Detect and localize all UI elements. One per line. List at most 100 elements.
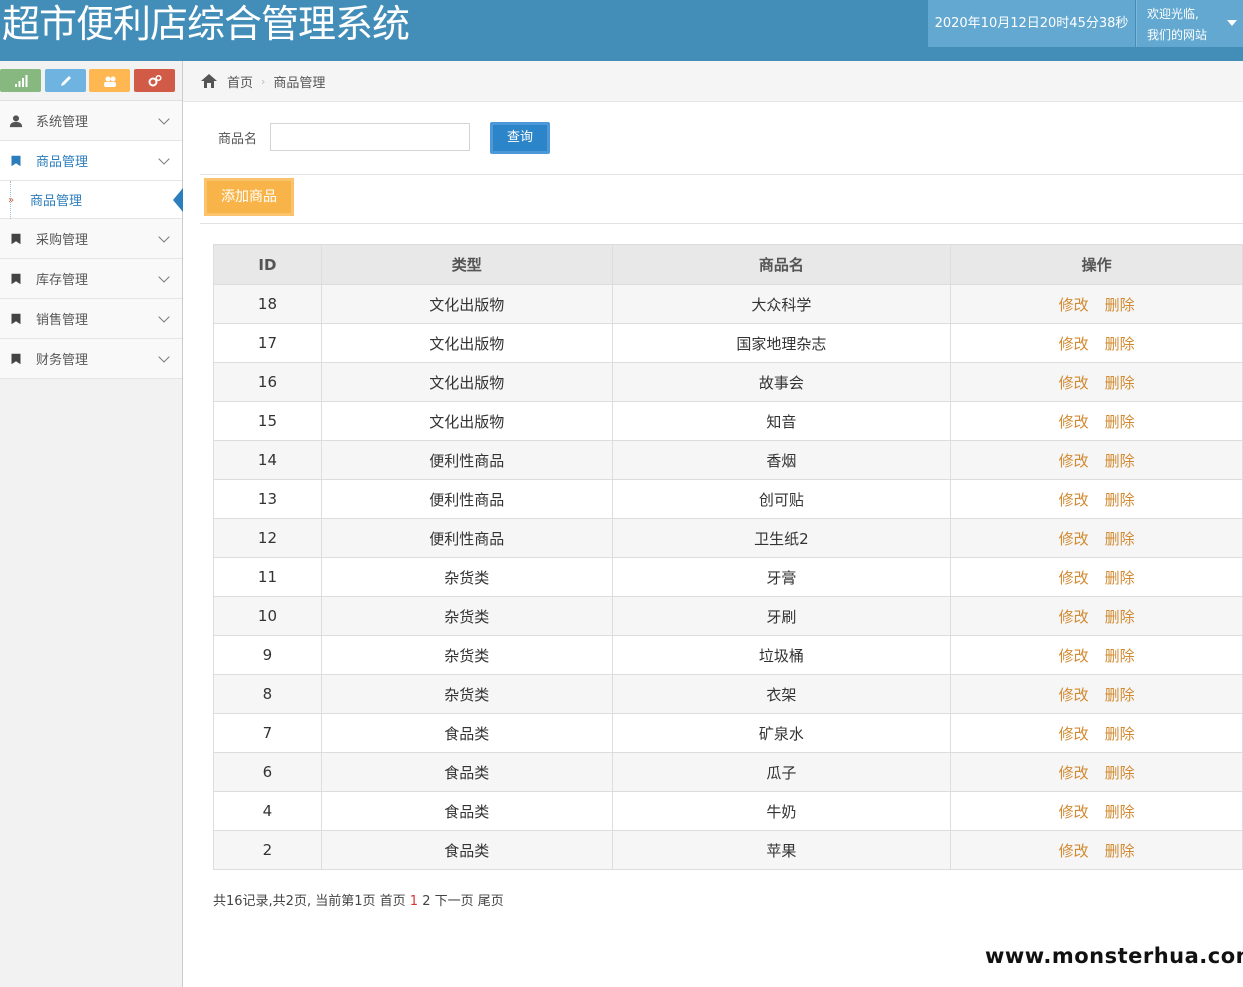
- delete-link[interactable]: 删除: [1105, 452, 1135, 470]
- pagination-page-1[interactable]: 1: [410, 894, 418, 909]
- edit-link[interactable]: 修改: [1059, 686, 1089, 704]
- pagination-last-link[interactable]: 尾页: [478, 894, 504, 909]
- home-icon[interactable]: [201, 74, 217, 88]
- user-menu[interactable]: 欢迎光临, 我们的网站: [1136, 0, 1243, 47]
- delete-link[interactable]: 删除: [1105, 842, 1135, 860]
- table-row: 14 便利性商品 香烟 修改 删除: [213, 440, 1243, 480]
- sidebar-item-inventory[interactable]: 库存管理: [0, 259, 182, 299]
- delete-link[interactable]: 删除: [1105, 569, 1135, 587]
- delete-link[interactable]: 删除: [1105, 647, 1135, 665]
- pagination-next-link[interactable]: 下一页: [435, 894, 474, 909]
- edit-link[interactable]: 修改: [1059, 374, 1089, 392]
- sidebar-item-sales[interactable]: 销售管理: [0, 299, 182, 339]
- sidebar-item-finance[interactable]: 财务管理: [0, 339, 182, 379]
- cell-name: 香烟: [611, 440, 952, 480]
- cell-name: 牙膏: [611, 557, 952, 597]
- users-shortcut-button[interactable]: [89, 69, 130, 92]
- delete-link[interactable]: 删除: [1105, 725, 1135, 743]
- sidebar-subitem-label: 商品管理: [30, 194, 83, 209]
- cell-type: 便利性商品: [320, 440, 613, 480]
- bookmark-icon: [8, 271, 24, 287]
- cell-actions: 修改 删除: [950, 674, 1243, 714]
- pagination-page-2[interactable]: 2: [422, 894, 430, 909]
- search-label: 商品名: [218, 132, 258, 147]
- cell-name: 大众科学: [611, 284, 952, 324]
- cell-name: 衣架: [611, 674, 952, 714]
- cell-type: 杂货类: [320, 674, 613, 714]
- delete-link[interactable]: 删除: [1105, 374, 1135, 392]
- cell-actions: 修改 删除: [950, 635, 1243, 675]
- cell-actions: 修改 删除: [950, 323, 1243, 363]
- cell-actions: 修改 删除: [950, 791, 1243, 831]
- column-header-id: ID: [213, 244, 322, 285]
- delete-link[interactable]: 删除: [1105, 296, 1135, 314]
- edit-link[interactable]: 修改: [1059, 764, 1089, 782]
- cell-type: 便利性商品: [320, 518, 613, 558]
- pencil-icon: [60, 75, 71, 86]
- cell-name: 牛奶: [611, 791, 952, 831]
- edit-link[interactable]: 修改: [1059, 803, 1089, 821]
- chevron-right-icon: ›: [261, 74, 266, 88]
- delete-link[interactable]: 删除: [1105, 491, 1135, 509]
- sidebar-subitem-goods[interactable]: » 商品管理: [0, 181, 183, 219]
- cell-id: 14: [213, 440, 322, 480]
- edit-link[interactable]: 修改: [1059, 647, 1089, 665]
- pagination: 共16记录,共2页, 当前第1页 首页 1 2 下一页 尾页: [213, 890, 504, 909]
- cell-type: 文化出版物: [320, 323, 613, 363]
- cell-actions: 修改 删除: [950, 440, 1243, 480]
- delete-link[interactable]: 删除: [1105, 686, 1135, 704]
- delete-link[interactable]: 删除: [1105, 335, 1135, 353]
- search-button[interactable]: 查询: [490, 122, 550, 154]
- edit-link[interactable]: 修改: [1059, 569, 1089, 587]
- delete-link[interactable]: 删除: [1105, 608, 1135, 626]
- datetime-display: 2020年10月12日20时45分38秒: [928, 0, 1135, 47]
- table-row: 13 便利性商品 创可贴 修改 删除: [213, 479, 1243, 519]
- pagination-first-link[interactable]: 首页: [380, 894, 406, 909]
- edit-link[interactable]: 修改: [1059, 530, 1089, 548]
- edit-link[interactable]: 修改: [1059, 335, 1089, 353]
- edit-link[interactable]: 修改: [1059, 413, 1089, 431]
- edit-link[interactable]: 修改: [1059, 842, 1089, 860]
- cell-id: 17: [213, 323, 322, 363]
- sidebar: 系统管理 商品管理 » 商品管理 采购管理 库存管理 销售管理 财务管理: [0, 61, 183, 987]
- cell-actions: 修改 删除: [950, 518, 1243, 558]
- signal-shortcut-button[interactable]: [0, 69, 41, 92]
- cell-type: 杂货类: [320, 596, 613, 636]
- search-input[interactable]: [270, 123, 470, 151]
- table-row: 11 杂货类 牙膏 修改 删除: [213, 557, 1243, 597]
- cell-id: 13: [213, 479, 322, 519]
- cell-id: 2: [213, 830, 322, 870]
- cogs-shortcut-button[interactable]: [134, 69, 175, 92]
- cell-type: 食品类: [320, 791, 613, 831]
- delete-link[interactable]: 删除: [1105, 803, 1135, 821]
- pencil-shortcut-button[interactable]: [45, 69, 86, 92]
- breadcrumb: 首页 › 商品管理: [183, 61, 1243, 102]
- add-goods-button[interactable]: 添加商品: [204, 178, 294, 216]
- bookmark-icon: [8, 153, 24, 169]
- cell-actions: 修改 删除: [950, 362, 1243, 402]
- edit-link[interactable]: 修改: [1059, 491, 1089, 509]
- sidebar-item-system[interactable]: 系统管理: [0, 101, 182, 141]
- delete-link[interactable]: 删除: [1105, 530, 1135, 548]
- edit-link[interactable]: 修改: [1059, 725, 1089, 743]
- delete-link[interactable]: 删除: [1105, 413, 1135, 431]
- sidebar-item-goods[interactable]: 商品管理: [0, 141, 182, 181]
- cell-actions: 修改 删除: [950, 479, 1243, 519]
- edit-link[interactable]: 修改: [1059, 608, 1089, 626]
- column-header-actions: 操作: [950, 244, 1243, 285]
- breadcrumb-current: 商品管理: [273, 75, 326, 91]
- cell-type: 便利性商品: [320, 479, 613, 519]
- chevron-down-icon: [158, 311, 170, 323]
- cell-id: 16: [213, 362, 322, 402]
- edit-link[interactable]: 修改: [1059, 296, 1089, 314]
- chevron-down-icon: [158, 153, 170, 165]
- edit-link[interactable]: 修改: [1059, 452, 1089, 470]
- cell-name: 垃圾桶: [611, 635, 952, 675]
- sidebar-item-purchase[interactable]: 采购管理: [0, 219, 182, 259]
- breadcrumb-home-link[interactable]: 首页: [227, 72, 253, 91]
- table-row: 16 文化出版物 故事会 修改 删除: [213, 362, 1243, 402]
- table-row: 18 文化出版物 大众科学 修改 删除: [213, 284, 1243, 324]
- table-header-row: ID 类型 商品名 操作: [213, 244, 1243, 285]
- cogs-icon: [148, 74, 162, 86]
- delete-link[interactable]: 删除: [1105, 764, 1135, 782]
